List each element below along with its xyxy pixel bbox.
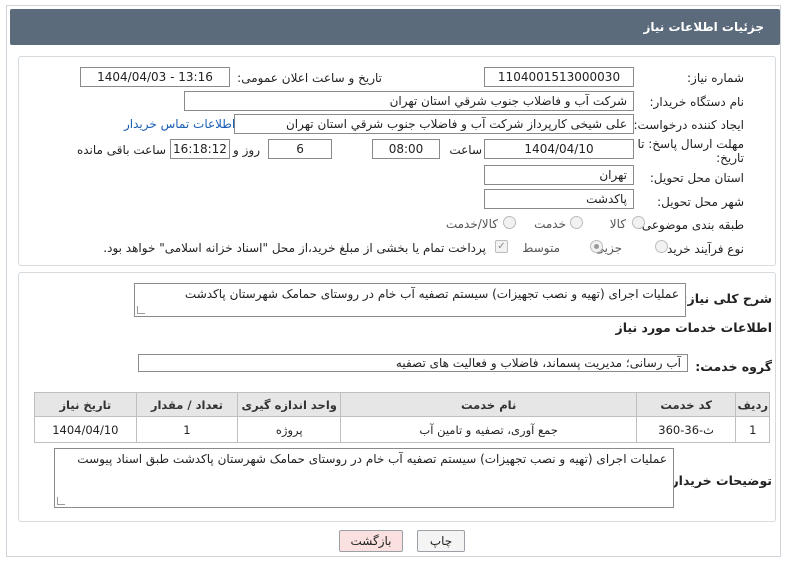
col-name-header: نام خدمت [340,392,637,417]
summary-label: شرح کلی نیاز: [682,291,772,306]
table-row: 1 ث-36-360 جمع آوری، تصفیه و تامین آب پر… [34,416,770,443]
resize-handle-icon[interactable] [137,306,145,314]
province-field: تهران [484,165,634,185]
category-goods-service-option: کالا/خدمت [445,217,498,231]
details-panel [18,56,776,266]
buyer-notes-textarea: عملیات اجرای (تهیه و نصب تجهیزات) سیستم … [54,448,674,508]
treasury-payment-note: پرداخت تمام یا بخشی از مبلغ خرید،از محل … [103,241,486,255]
col-row-header: ردیف [735,392,770,417]
cell-code: ث-36-360 [635,416,737,443]
announce-datetime-field: 1404/04/03 - 13:16 [80,67,230,87]
creator-label: ایجاد کننده درخواست: [633,118,744,132]
process-medium-radio[interactable] [590,240,603,253]
summary-textarea: عملیات اجرای (تهیه و نصب تجهیزات) سیستم … [134,283,686,317]
days-label: روز و [233,143,260,157]
remaining-days-field: 6 [268,139,332,159]
deadline-label: مهلت ارسال پاسخ: تا [637,137,744,151]
cell-qty: 1 [135,416,239,443]
resize-handle-icon[interactable] [57,497,65,505]
deadline-time-field: 08:00 [372,139,440,159]
city-label: شهر محل تحویل: [657,195,744,209]
deadline-time-label: ساعت [449,143,482,157]
col-date-header: تاریخ نیاز [34,392,137,417]
col-qty-header: تعداد / مقدار [135,392,239,417]
remaining-label: ساعت باقی مانده [76,143,166,157]
print-button[interactable]: چاپ [417,530,465,552]
process-label: نوع فرآیند خرید : [659,242,744,256]
deadline-date-field: 1404/04/10 [484,139,634,159]
buyer-org-field: شرکت آب و فاضلاب جنوب شرقي استان تهران [184,91,634,111]
services-table: ردیف کد خدمت نام خدمت واحد اندازه گیری ت… [34,392,770,443]
cell-date: 1404/04/10 [34,416,137,443]
category-service-radio[interactable] [570,216,583,229]
creator-field: علی شیخی کارپرداز شرکت آب و فاضلاب جنوب … [234,114,634,134]
buyer-org-label: نام دستگاه خریدار: [649,95,745,109]
summary-text: عملیات اجرای (تهیه و نصب تجهیزات) سیستم … [184,287,679,301]
services-section-title: اطلاعات خدمات مورد نیاز [615,320,773,335]
page-title: جزئیات اطلاعات نیاز [643,20,764,34]
category-goods-service-radio[interactable] [503,216,516,229]
need-number-label: شماره نیاز: [687,71,744,85]
announce-datetime-label: تاریخ و ساعت اعلان عمومی: [237,71,382,85]
category-goods-option: کالا [609,217,626,231]
remaining-time-field: 16:18:12 [170,139,230,159]
cell-unit: پروژه [237,416,342,443]
city-field: پاکدشت [484,189,634,209]
page-header: جزئیات اطلاعات نیاز [10,9,780,45]
buyer-contact-link[interactable]: اطلاعات تماس خریدار [124,117,235,131]
col-unit-header: واحد اندازه گیری [237,392,342,417]
cell-name: جمع آوری، تصفیه و تامین آب [340,416,637,443]
back-button[interactable]: بازگشت [339,530,403,552]
cell-row: 1 [735,416,770,443]
deadline-label-date: تاریخ: [716,151,744,165]
province-label: استان محل تحویل: [649,171,744,185]
category-label: طبقه بندی موضوعی: [637,218,744,232]
category-service-option: خدمت [534,217,566,231]
col-code-header: کد خدمت [635,392,737,417]
service-group-field: آب رسانی؛ مدیریت پسماند، فاضلاب و فعالیت… [138,354,688,372]
buyer-notes-text: عملیات اجرای (تهیه و نصب تجهیزات) سیستم … [77,452,667,466]
need-number-field: 1104001513000030 [484,67,634,87]
process-minor-radio[interactable] [655,240,668,253]
treasury-payment-checkbox[interactable]: ✓ [495,240,508,253]
category-goods-radio[interactable] [632,216,645,229]
buyer-notes-label: توضیحات خریدار: [666,473,772,488]
service-group-label: گروه خدمت: [695,359,772,374]
services-table-header: ردیف کد خدمت نام خدمت واحد اندازه گیری ت… [34,392,770,417]
process-medium-option: متوسط [522,241,560,255]
